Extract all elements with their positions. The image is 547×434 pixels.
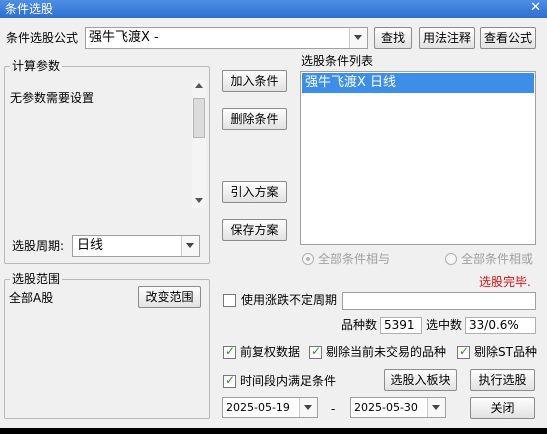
count-label: 品种数 [341, 318, 378, 332]
formula-value: 强牛飞渡X - [89, 30, 159, 45]
period-label: 选股周期: [12, 239, 65, 253]
delete-condition-button[interactable]: 删除条件 [222, 108, 287, 130]
exclude-st-checkbox[interactable] [457, 344, 470, 359]
formula-combobox[interactable]: 强牛飞渡X - [85, 27, 368, 49]
or-radio[interactable] [445, 253, 457, 265]
scrollbar-thumb[interactable] [193, 98, 205, 138]
start-date-value: 2025-05-19 [226, 401, 290, 414]
change-range-button[interactable]: 改变范围 [138, 286, 201, 308]
chevron-down-icon[interactable] [181, 236, 199, 256]
time-range-checkbox[interactable] [223, 373, 236, 388]
save-scheme-button[interactable]: 保存方案 [222, 219, 287, 241]
selected-value: 33/0.6% [465, 317, 536, 334]
status-text: 选股完毕. [479, 275, 531, 289]
find-button[interactable]: 查找 [374, 27, 412, 49]
chevron-down-icon[interactable] [299, 398, 317, 417]
params-group-title: 计算参数 [10, 59, 63, 73]
adjust-checkbox[interactable] [223, 344, 236, 359]
count-value: 5391 [380, 317, 422, 334]
execute-button[interactable]: 执行选股 [470, 369, 535, 391]
time-range-label: 时间段内满足条件 [240, 374, 337, 388]
period-value: 日线 [77, 238, 104, 253]
scroll-up-icon[interactable] [195, 83, 203, 88]
usage-button[interactable]: 用法注释 [419, 27, 475, 49]
conditions-list[interactable]: 强牛飞渡X 日线 [300, 71, 536, 245]
and-label: 全部条件相与 [318, 252, 391, 266]
date-separator: - [331, 402, 336, 416]
range-value: 全部A股 [9, 291, 54, 305]
selected-label: 选中数 [426, 318, 463, 332]
formula-label: 条件选股公式 [6, 31, 79, 45]
close-icon[interactable]: ✕ [530, 0, 541, 16]
end-date-value: 2025-05-30 [354, 401, 418, 414]
add-condition-button[interactable]: 加入条件 [222, 70, 287, 92]
add-to-block-button[interactable]: 选股入板块 [384, 369, 457, 391]
exclude-st-label: 剔除ST品种 [474, 345, 537, 359]
params-scrollbar[interactable] [192, 80, 206, 208]
range-group-title: 选股范围 [10, 272, 63, 286]
conditions-list-item[interactable]: 强牛飞渡X 日线 [302, 73, 534, 93]
exclude-untraded-label: 剔除当前未交易的品种 [326, 345, 447, 359]
start-date-picker[interactable]: 2025-05-19 [222, 397, 318, 418]
close-button[interactable]: 关闭 [470, 397, 535, 419]
variable-period-input[interactable] [342, 292, 536, 310]
window-title: 条件选股 [5, 2, 54, 16]
dialog-window: 条件选股 ✕ 条件选股公式 强牛飞渡X - 查找 用法注释 查看公式 计算参数 … [0, 0, 547, 428]
chevron-down-icon[interactable] [427, 398, 445, 417]
variable-period-label: 使用涨跌不定周期 [241, 293, 338, 307]
or-label: 全部条件相或 [461, 252, 534, 266]
exclude-untraded-checkbox[interactable] [309, 344, 322, 359]
scroll-down-icon[interactable] [195, 198, 203, 203]
view-formula-button[interactable]: 查看公式 [480, 27, 536, 49]
chevron-down-icon[interactable] [349, 28, 367, 48]
title-bar[interactable]: 条件选股 ✕ [0, 0, 547, 18]
period-select[interactable]: 日线 [72, 235, 200, 257]
import-scheme-button[interactable]: 引入方案 [222, 181, 287, 203]
conditions-title: 选股条件列表 [301, 54, 374, 68]
and-radio[interactable] [302, 253, 314, 265]
variable-period-checkbox[interactable] [223, 294, 236, 307]
end-date-picker[interactable]: 2025-05-30 [350, 397, 446, 418]
params-text: 无参数需要设置 [10, 91, 95, 105]
adjust-label: 前复权数据 [240, 345, 301, 359]
